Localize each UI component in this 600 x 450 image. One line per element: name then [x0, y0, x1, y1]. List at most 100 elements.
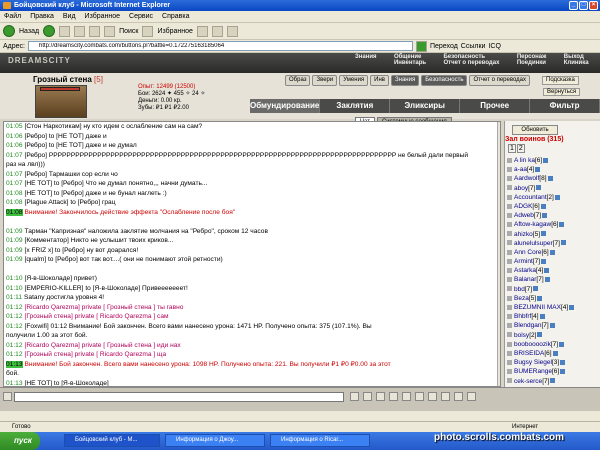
roster-nick[interactable]: ADGK [514, 203, 532, 210]
roster-nick[interactable]: Beza [514, 295, 529, 302]
private-msg-icon[interactable] [507, 304, 512, 310]
refresh-roster-button[interactable]: Обновить [512, 125, 558, 135]
roster-item[interactable]: Adweb[7] [507, 211, 599, 220]
info-icon[interactable] [543, 157, 549, 163]
print-icon[interactable] [226, 25, 238, 37]
private-msg-icon[interactable] [507, 359, 512, 365]
roster-nick[interactable]: Blendgan [514, 322, 541, 329]
info-icon[interactable] [560, 369, 566, 375]
private-msg-icon[interactable] [507, 378, 512, 384]
clear-icon[interactable] [363, 392, 372, 401]
close-button[interactable]: × [589, 1, 598, 10]
roster-item[interactable]: A lin ka[6] [507, 156, 599, 165]
roster-nick[interactable]: Aftow-kagaw [514, 221, 551, 228]
image-button[interactable]: Образ [285, 75, 311, 86]
roster-item[interactable]: Aftow-kagaw[6] [507, 220, 599, 229]
link-clinic[interactable]: Клиника [564, 60, 600, 66]
chat-timestamp[interactable]: 01:07 [6, 180, 23, 187]
chat-timestamp[interactable]: 01:12 [6, 342, 23, 349]
chat-scrollbar[interactable] [497, 122, 500, 386]
sound-icon[interactable] [415, 392, 424, 401]
menu-edit[interactable]: Правка [30, 13, 54, 20]
roster-item[interactable]: Balanar[7] [507, 275, 599, 284]
tab-other[interactable]: Прочее [460, 99, 531, 113]
skills-button[interactable]: Умения [339, 75, 369, 86]
roster-nick[interactable]: cek-serce [514, 378, 542, 385]
roster-page-1[interactable]: 1 [508, 144, 516, 153]
smiles-icon[interactable] [376, 392, 385, 401]
task-info-1[interactable]: Информация о Джоу... [165, 434, 265, 447]
menu-help[interactable]: Справка [162, 13, 189, 20]
favorites-icon[interactable] [142, 25, 154, 37]
roster-nick[interactable]: a-aa [514, 166, 527, 173]
private-msg-icon[interactable] [507, 332, 512, 338]
maximize-button[interactable]: □ [579, 1, 588, 10]
info-icon[interactable] [560, 359, 566, 365]
links-button[interactable]: Ссылки [461, 43, 486, 50]
private-msg-icon[interactable] [507, 176, 512, 182]
private-msg-icon[interactable] [507, 369, 512, 375]
info-icon[interactable] [560, 240, 566, 246]
roster-item[interactable]: BRISEIDA[6] [507, 349, 599, 358]
info-icon[interactable] [559, 222, 565, 228]
chat-timestamp[interactable]: 01:08 [6, 208, 23, 216]
roster-nick[interactable]: Aardwolf [514, 175, 539, 182]
private-msg-icon[interactable] [507, 194, 512, 200]
chat-timestamp[interactable]: 01:06 [6, 133, 23, 140]
info-icon[interactable] [533, 286, 539, 292]
stop-icon[interactable] [59, 25, 71, 37]
tab-equipment[interactable]: Обмундирование [250, 99, 321, 113]
roster-nick[interactable]: aboy [514, 185, 528, 192]
roster-nick[interactable]: Balanar [514, 276, 536, 283]
tab-spells[interactable]: Заклятия [320, 99, 391, 113]
info-icon[interactable] [559, 341, 565, 347]
info-icon[interactable] [536, 185, 542, 191]
chat-mode-icon[interactable] [3, 392, 12, 401]
info-icon[interactable] [547, 176, 553, 182]
chat-timestamp[interactable]: 01:13 [6, 360, 23, 368]
security-button[interactable]: Безопасность [421, 75, 468, 86]
mail-icon[interactable] [211, 25, 223, 37]
task-ie[interactable]: Бойцовский клуб - M... [64, 434, 160, 447]
menu-tools[interactable]: Сервис [129, 13, 153, 20]
private-msg-icon[interactable] [507, 166, 512, 172]
roster-nick[interactable]: BRISEIDA [514, 350, 544, 357]
roster-item[interactable]: alunelulsuper[7] [507, 239, 599, 248]
icq-button[interactable]: ICQ [488, 43, 500, 50]
private-msg-icon[interactable] [507, 295, 512, 301]
roster-page-2[interactable]: 2 [516, 144, 525, 153]
roster-nick[interactable]: Adweb [514, 212, 534, 219]
roster-item[interactable]: ADGK[6] [507, 202, 599, 211]
roster-nick[interactable]: A lin ka [514, 157, 535, 164]
tab-elixirs[interactable]: Эликсиры [390, 99, 461, 113]
chat-timestamp[interactable]: 01:12 [6, 351, 23, 358]
chat-timestamp[interactable]: 01:10 [6, 285, 23, 292]
private-msg-icon[interactable] [507, 222, 512, 228]
chat-timestamp[interactable]: 01:07 [6, 152, 23, 159]
info-icon[interactable] [540, 203, 546, 209]
info-icon[interactable] [542, 212, 548, 218]
info-icon[interactable] [537, 332, 543, 338]
roster-item[interactable]: Ann Core[6] [507, 248, 599, 257]
chat-window-icon[interactable] [454, 392, 463, 401]
search-icon[interactable] [104, 25, 116, 37]
go-button[interactable]: Переход [430, 43, 458, 50]
roster-nick[interactable]: Armint [514, 258, 533, 265]
private-msg-icon[interactable] [507, 157, 512, 163]
info-icon[interactable] [544, 268, 550, 274]
roster-nick[interactable]: Accountant [514, 194, 547, 201]
chat-timestamp[interactable]: 01:10 [6, 275, 23, 282]
chat-timestamp[interactable]: 01:12 [6, 304, 23, 311]
chat-timestamp[interactable]: 01:13 [6, 380, 23, 387]
history-icon[interactable] [196, 25, 208, 37]
private-msg-icon[interactable] [507, 341, 512, 347]
roster-item[interactable]: Blendgan[7] [507, 321, 599, 330]
task-info-2[interactable]: Информация о Ricar... [270, 434, 370, 447]
chat-timestamp[interactable]: 01:09 [6, 256, 23, 263]
private-msg-icon[interactable] [507, 323, 512, 329]
roster-item[interactable]: Bugsy Siegel[3] [507, 358, 599, 367]
roster-item[interactable]: ahizko[5] [507, 230, 599, 239]
roster-item[interactable]: cek-serce[7] [507, 377, 599, 386]
chat-timestamp[interactable]: 01:12 [6, 313, 23, 320]
chat-timestamp[interactable]: 01:05 [6, 123, 23, 130]
